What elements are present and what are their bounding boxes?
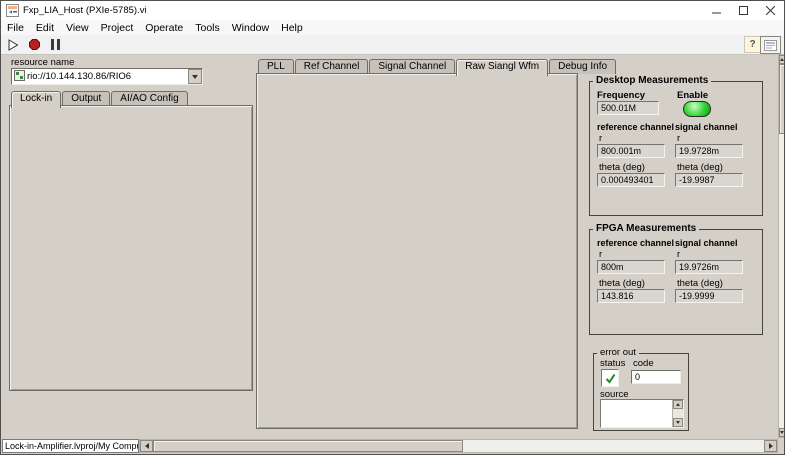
- fpga-reference-theta-value: 143.816: [597, 289, 665, 303]
- fpga-signal-r-value: 19.9726m: [675, 260, 743, 274]
- tab-signal-channel[interactable]: Signal Channel: [369, 59, 455, 74]
- r-label: r: [677, 249, 680, 260]
- maximize-button[interactable]: [730, 1, 757, 19]
- center-tab-strip: PLL Ref Channel Signal Channel Raw Siang…: [258, 58, 616, 74]
- error-code-value: 0: [631, 370, 681, 384]
- menu-file[interactable]: File: [1, 22, 30, 34]
- toolbar: ?: [1, 35, 784, 55]
- tab-raw-siangl-wfm[interactable]: Raw Siangl Wfm: [456, 59, 548, 76]
- desktop-reference-r-value: 800.001m: [597, 144, 665, 158]
- error-status-indicator: [601, 369, 619, 387]
- scroll-up-icon[interactable]: [779, 55, 785, 64]
- r-label: r: [599, 249, 602, 260]
- desktop-measurements-title: Desktop Measurements: [593, 75, 711, 86]
- pause-button[interactable]: [46, 37, 64, 53]
- enable-led[interactable]: [683, 101, 711, 117]
- tab-debug-info[interactable]: Debug Info: [549, 59, 616, 74]
- error-status-label: status: [600, 358, 625, 369]
- horizontal-scroll-thumb[interactable]: [153, 440, 463, 452]
- fpga-reference-r-value: 800m: [597, 260, 665, 274]
- scroll-left-icon[interactable]: [140, 440, 153, 452]
- resource-name-combo[interactable]: rio://10.144.130.86/RIO6: [11, 68, 203, 85]
- desktop-frequency-value: 500.01M: [597, 101, 659, 115]
- tab-ai-ao-config[interactable]: AI/AO Config: [111, 91, 187, 106]
- vertical-scrollbar[interactable]: [778, 54, 785, 438]
- left-tab-strip: Lock-in Output AI/AO Config: [11, 90, 188, 106]
- minimize-button[interactable]: [703, 1, 730, 19]
- theta-label: theta (deg): [599, 278, 645, 289]
- desktop-signal-channel-label: signal channel: [675, 122, 738, 132]
- abort-button[interactable]: [25, 37, 43, 53]
- frequency-label: Frequency: [597, 90, 645, 101]
- close-button[interactable]: [757, 1, 784, 19]
- theta-label: theta (deg): [677, 278, 723, 289]
- run-button[interactable]: [4, 37, 22, 53]
- error-source-textarea: [600, 399, 684, 428]
- error-code-label: code: [633, 358, 654, 369]
- r-label: r: [599, 133, 602, 144]
- tab-lock-in[interactable]: Lock-in: [11, 91, 61, 108]
- fpga-measurements-title: FPGA Measurements: [593, 223, 699, 234]
- theta-label: theta (deg): [599, 162, 645, 173]
- scrollbar-corner: [778, 439, 785, 453]
- scroll-right-icon[interactable]: [764, 440, 777, 452]
- vi-icon-button[interactable]: [760, 36, 781, 54]
- menu-help[interactable]: Help: [275, 22, 309, 34]
- theta-label: theta (deg): [677, 162, 723, 173]
- raw-signal-tab-body: [256, 73, 578, 429]
- vertical-scroll-thumb[interactable]: [779, 64, 785, 134]
- scroll-down-icon[interactable]: [779, 428, 785, 437]
- menu-view[interactable]: View: [60, 22, 95, 34]
- check-icon: [605, 373, 616, 384]
- menu-operate[interactable]: Operate: [139, 22, 189, 34]
- resource-name-label: resource name: [11, 57, 74, 68]
- desktop-signal-r-value: 19.9728m: [675, 144, 743, 158]
- help-glyph: ?: [749, 39, 755, 50]
- desktop-reference-channel-label: reference channel: [597, 122, 674, 132]
- titlebar: Fxp_LIA_Host (PXIe-5785).vi: [1, 1, 784, 21]
- app-icon: [6, 4, 19, 20]
- io-icon: [14, 70, 25, 84]
- scroll-up-icon[interactable]: [673, 400, 683, 409]
- fpga-signal-theta-value: -19.9999: [675, 289, 743, 303]
- resource-name-value: rio://10.144.130.86/RIO6: [27, 71, 188, 82]
- combo-dropdown-icon[interactable]: [188, 69, 202, 84]
- tab-output[interactable]: Output: [62, 91, 110, 106]
- context-help-icon[interactable]: ?: [744, 36, 761, 53]
- tab-pll[interactable]: PLL: [258, 59, 294, 74]
- scroll-down-icon[interactable]: [673, 418, 683, 427]
- error-out-title: error out: [597, 347, 639, 358]
- fpga-signal-channel-label: signal channel: [675, 238, 738, 248]
- execution-target-label: Lock-in-Amplifier.lvproj/My Computer: [2, 439, 139, 453]
- tab-ref-channel[interactable]: Ref Channel: [295, 59, 369, 74]
- desktop-signal-theta-value: -19.9987: [675, 173, 743, 187]
- enable-label: Enable: [677, 90, 708, 101]
- menu-window[interactable]: Window: [226, 22, 275, 34]
- desktop-reference-theta-value: 0.000493401: [597, 173, 665, 187]
- labview-window: Fxp_LIA_Host (PXIe-5785).vi File Edit Vi…: [0, 0, 785, 455]
- menubar: File Edit View Project Operate Tools Win…: [1, 20, 784, 36]
- menu-tools[interactable]: Tools: [189, 22, 226, 34]
- fpga-reference-channel-label: reference channel: [597, 238, 674, 248]
- window-title: Fxp_LIA_Host (PXIe-5785).vi: [23, 5, 147, 16]
- menu-project[interactable]: Project: [95, 22, 140, 34]
- lock-in-tab-body: [9, 105, 253, 391]
- r-label: r: [677, 133, 680, 144]
- source-scrollbar[interactable]: [672, 400, 683, 427]
- menu-edit[interactable]: Edit: [30, 22, 60, 34]
- horizontal-scrollbar[interactable]: [139, 439, 778, 453]
